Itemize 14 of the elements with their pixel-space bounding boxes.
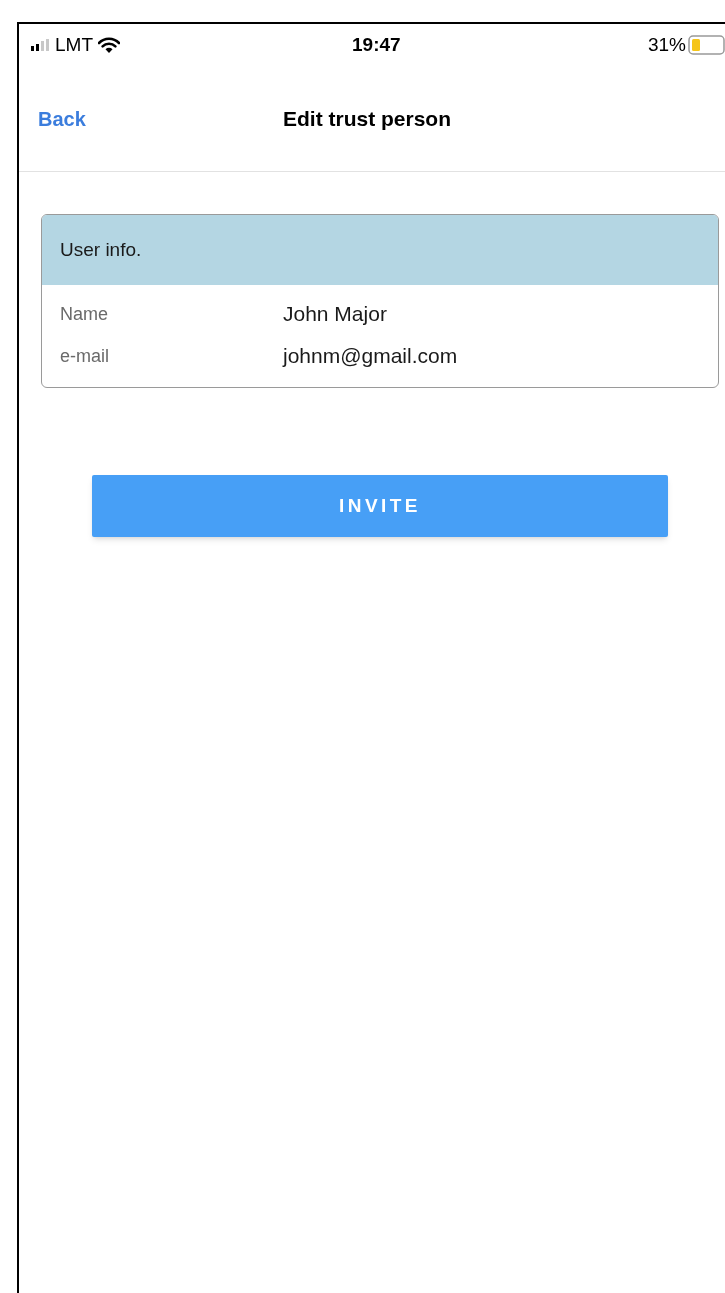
carrier-name: LMT: [55, 32, 93, 57]
field-label: Name: [60, 302, 109, 326]
battery-percent: 31%: [647, 32, 686, 57]
status-time: 19:47: [352, 32, 401, 57]
field-label: e-mail: [60, 344, 110, 368]
back-link[interactable]: Back: [38, 103, 86, 134]
card-title: User info.: [60, 237, 142, 262]
field-value: johnm@gmail.com: [283, 343, 458, 370]
signal-icon: [31, 39, 50, 51]
battery-icon: [688, 35, 725, 55]
field-value: John Major: [283, 301, 387, 328]
page-title: Edit trust person: [283, 105, 451, 132]
wifi-icon: [98, 37, 120, 53]
invite-button[interactable]: INVITE: [92, 475, 668, 537]
